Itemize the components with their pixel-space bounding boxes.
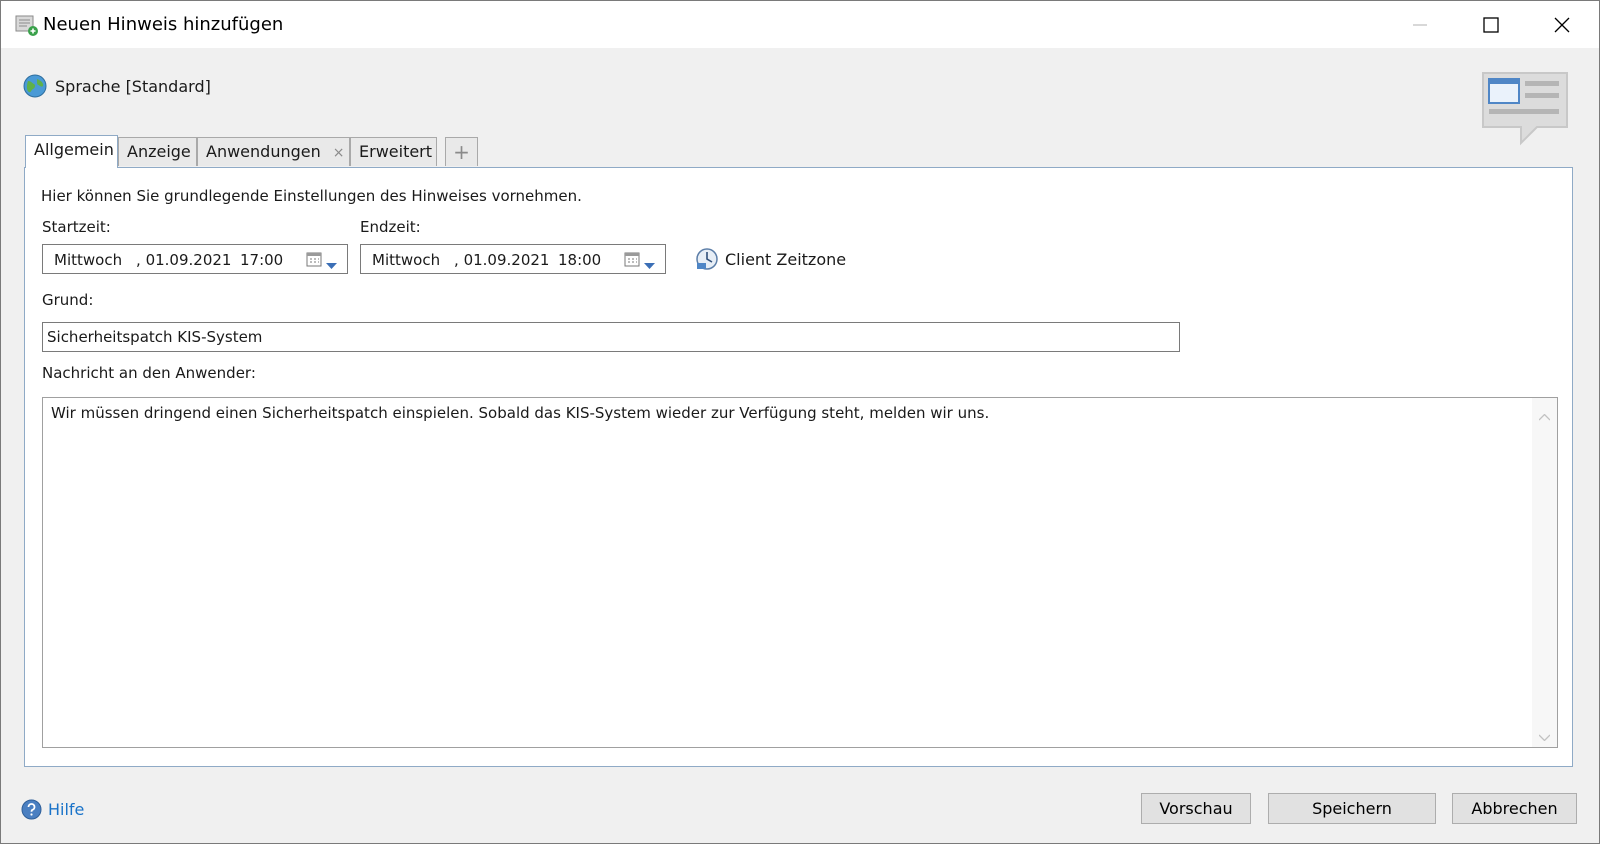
- tab-label: Allgemein: [34, 140, 114, 159]
- start-datetime-picker[interactable]: Mittwoch , 01.09.2021 17:00: [42, 244, 348, 274]
- add-tab-button[interactable]: +: [445, 137, 478, 166]
- title-bar[interactable]: Neuen Hinweis hinzufügen: [1, 1, 1599, 48]
- minimize-button[interactable]: [1385, 1, 1455, 48]
- chevron-down-icon[interactable]: [326, 256, 337, 274]
- start-day[interactable]: Mittwoch: [54, 251, 122, 269]
- end-time[interactable]: 18:00: [558, 251, 601, 269]
- close-button[interactable]: [1527, 1, 1597, 48]
- clock-timezone-icon: [696, 248, 718, 270]
- end-time-label: Endzeit:: [360, 218, 421, 236]
- tab-anzeige[interactable]: Anzeige: [118, 137, 197, 166]
- message-label: Nachricht an den Anwender:: [42, 364, 256, 382]
- tab-anwendungen[interactable]: Anwendungen ×: [197, 137, 350, 166]
- add-note-app-icon: [15, 13, 39, 37]
- tab-label: Erweitert: [359, 142, 433, 161]
- client-timezone-toggle[interactable]: Client Zeitzone: [695, 247, 846, 271]
- tab-label: Anwendungen: [206, 142, 321, 161]
- calendar-icon[interactable]: [624, 251, 641, 272]
- minimize-icon: [1413, 24, 1427, 25]
- reason-input[interactable]: Sicherheitspatch KIS-System: [42, 322, 1180, 352]
- start-time-label: Startzeit:: [42, 218, 111, 236]
- dialog-window: Neuen Hinweis hinzufügen Sprache [Standa…: [0, 0, 1600, 844]
- start-date: 01.09.2021: [145, 251, 232, 269]
- help-icon: [21, 799, 42, 820]
- tab-erweitert[interactable]: Erweitert: [350, 137, 437, 166]
- message-text: Wir müssen dringend einen Sicherheitspat…: [51, 404, 990, 422]
- message-scrollbar[interactable]: [1532, 398, 1557, 747]
- client-timezone-label: Client Zeitzone: [725, 249, 847, 269]
- language-label: Sprache [Standard]: [55, 76, 211, 96]
- start-date-group[interactable]: , 01.09.2021: [136, 251, 231, 269]
- plus-icon: +: [453, 140, 470, 164]
- start-separator: ,: [136, 251, 141, 269]
- end-datetime-picker[interactable]: Mittwoch , 01.09.2021 18:00: [360, 244, 666, 274]
- scroll-down-icon[interactable]: [1538, 726, 1551, 745]
- end-day[interactable]: Mittwoch: [372, 251, 440, 269]
- window-title: Neuen Hinweis hinzufügen: [43, 14, 284, 35]
- tab-label: Anzeige: [127, 142, 191, 161]
- reason-label: Grund:: [42, 291, 94, 309]
- chevron-down-icon[interactable]: [644, 256, 655, 274]
- language-selector[interactable]: Sprache [Standard]: [23, 74, 211, 98]
- maximize-icon: [1483, 16, 1499, 33]
- globe-icon: [23, 74, 47, 98]
- save-button[interactable]: Speichern: [1268, 793, 1436, 824]
- end-date: 01.09.2021: [463, 251, 550, 269]
- help-label: Hilfe: [48, 800, 85, 819]
- message-textarea[interactable]: Wir müssen dringend einen Sicherheitspat…: [42, 397, 1558, 748]
- end-date-group[interactable]: , 01.09.2021: [454, 251, 549, 269]
- note-illustration-icon: [1479, 69, 1569, 157]
- scroll-up-icon[interactable]: [1538, 406, 1551, 425]
- tab-panel-allgemein: Hier können Sie grundlegende Einstellung…: [24, 167, 1573, 767]
- intro-text: Hier können Sie grundlegende Einstellung…: [41, 187, 582, 205]
- tab-close-icon[interactable]: ×: [333, 145, 345, 161]
- preview-button[interactable]: Vorschau: [1141, 793, 1251, 824]
- maximize-button[interactable]: [1456, 1, 1526, 48]
- calendar-icon[interactable]: [306, 251, 323, 272]
- tab-allgemein[interactable]: Allgemein: [25, 135, 118, 168]
- help-link[interactable]: Hilfe: [21, 799, 84, 820]
- start-time[interactable]: 17:00: [240, 251, 283, 269]
- cancel-button[interactable]: Abbrechen: [1452, 793, 1577, 824]
- end-separator: ,: [454, 251, 459, 269]
- close-icon: [1554, 17, 1570, 32]
